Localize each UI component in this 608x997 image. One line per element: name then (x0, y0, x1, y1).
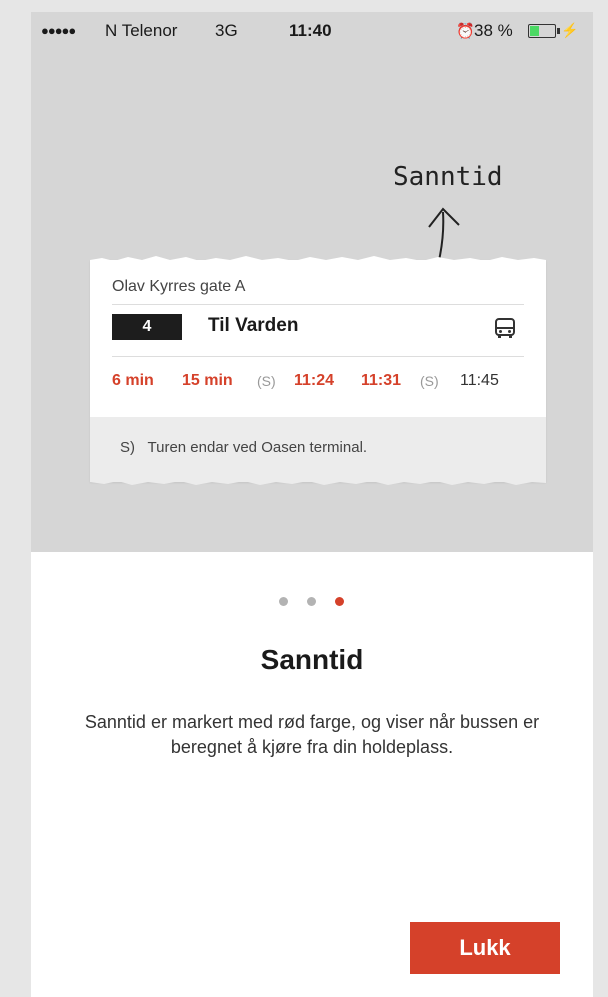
destination: Til Varden (208, 315, 299, 336)
departure-footnote-mark: (S) (420, 373, 439, 389)
page-title: Sanntid (260, 644, 364, 675)
onboarding-screen: ●●●●● N Telenor 3G 11:40 ⏰ 38 % ⚡ Sannti… (31, 12, 593, 997)
page-dot[interactable] (307, 597, 316, 606)
page-dot[interactable] (279, 597, 288, 606)
footnote-message: Turen endar ved Oasen terminal. (147, 439, 368, 456)
bus-icon (495, 318, 515, 338)
departure-footnote-mark: (S) (257, 373, 276, 389)
footnote-text: S) Turen endar ved Oasen terminal. (120, 439, 367, 456)
torn-edge-top (90, 256, 546, 264)
departure-realtime: 6 min (112, 372, 154, 389)
divider (112, 304, 524, 305)
stop-name: Olav Kyrres gate A (112, 278, 246, 295)
torn-edge-bottom (90, 478, 546, 485)
departure-card: Olav Kyrres gate A 4 Til Varden 6 min 15… (90, 256, 546, 485)
illustration-area: ●●●●● N Telenor 3G 11:40 ⏰ 38 % ⚡ Sannti… (31, 12, 593, 552)
description-text: Sanntid er markert med rød farge, og vis… (84, 712, 540, 757)
close-button[interactable]: Lukk (410, 922, 560, 974)
footnote-marker: S) (120, 439, 135, 456)
departure-realtime: 11:31 (361, 372, 402, 389)
departure-scheduled: 11:45 (460, 372, 499, 389)
page-dot-active[interactable] (335, 597, 344, 606)
departure-realtime: 15 min (182, 372, 233, 389)
divider (112, 356, 524, 357)
departure-realtime: 11:24 (294, 372, 335, 389)
page-indicator (279, 597, 359, 607)
route-number-badge: 4 (112, 314, 182, 340)
footnote-area: S) Turen endar ved Oasen terminal. (90, 417, 546, 482)
